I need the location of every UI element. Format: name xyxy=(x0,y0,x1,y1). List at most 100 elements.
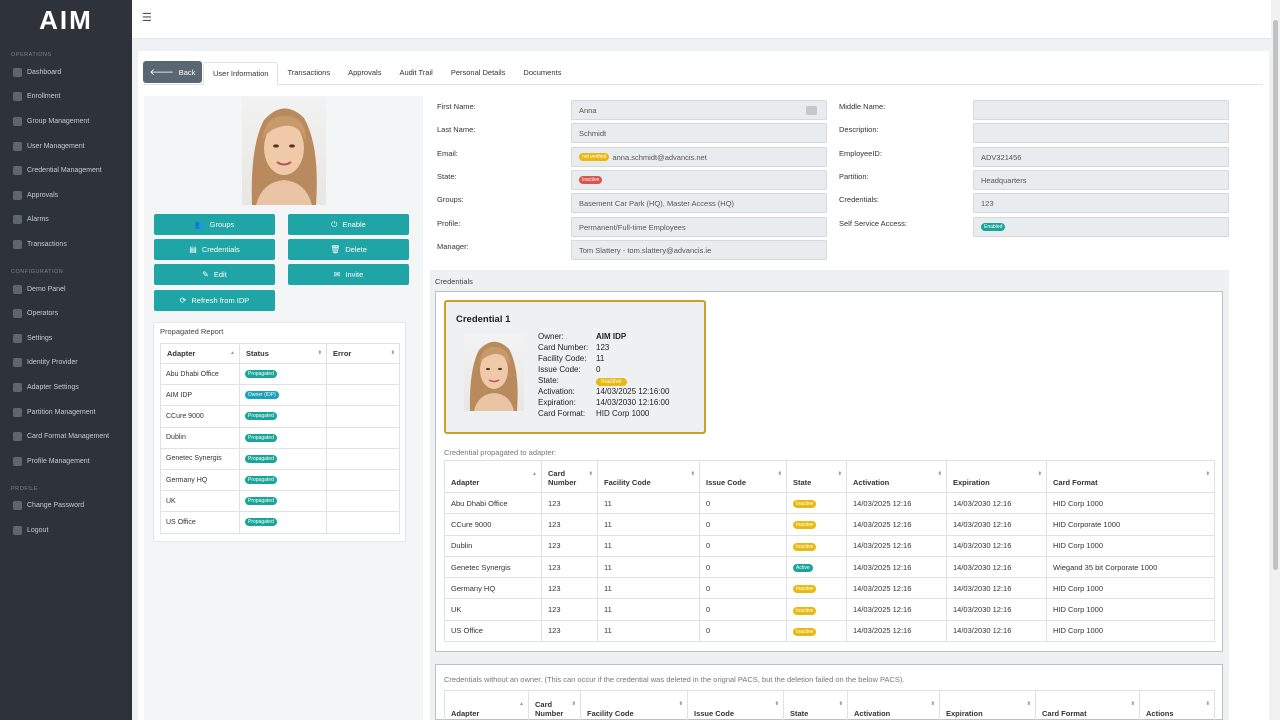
tab-approvals[interactable]: Approvals xyxy=(339,61,390,84)
issue-code-key: Issue Code: xyxy=(538,365,581,374)
sidebar-item-transactions[interactable]: Transactions xyxy=(0,232,132,257)
col-activation[interactable]: Activation ⬍ xyxy=(847,690,940,720)
enable-button[interactable]: ⏻ Enable xyxy=(288,214,409,235)
sidebar-item-demo-panel[interactable]: Demo Panel xyxy=(0,277,132,302)
column-label: State xyxy=(793,478,812,487)
last-name-field[interactable]: Schmidt xyxy=(571,123,827,143)
col-card-format[interactable]: Card Format ⬍ xyxy=(1046,460,1215,493)
scrollbar-thumb[interactable] xyxy=(1273,20,1278,570)
col-facility-code[interactable]: Facility Code ⬍ xyxy=(597,460,700,493)
tab-audit-trail[interactable]: Audit Trail xyxy=(390,61,441,84)
adapter-cell: Dublin xyxy=(160,426,240,449)
middle-name-field[interactable] xyxy=(973,100,1229,120)
column-label: Actions xyxy=(1146,709,1174,718)
edit-button[interactable]: ✎ Edit xyxy=(154,264,275,285)
sidebar-item-profile-management[interactable]: Profile Management xyxy=(0,449,132,474)
invite-button[interactable]: ✉ Invite xyxy=(288,264,409,285)
employee-id-label: EmployeeID: xyxy=(839,149,882,158)
sort-icon: ⬍ xyxy=(317,350,322,356)
sidebar-item-adapter-settings[interactable]: Adapter Settings xyxy=(0,375,132,400)
sidebar-item-label: Adapter Settings xyxy=(27,383,79,391)
orphan-credentials-panel: Credentials without an owner. (This can … xyxy=(435,664,1223,720)
refresh-from-idp-button[interactable]: ⟳ Refresh from IDP xyxy=(154,290,275,311)
groups-label: Groups xyxy=(209,220,235,229)
tab-transactions[interactable]: Transactions xyxy=(278,61,339,84)
state-field: Inactive xyxy=(571,170,827,190)
col-state[interactable]: State ⬍ xyxy=(783,690,848,720)
delete-button[interactable]: 🗑 Delete xyxy=(288,239,409,260)
invite-label: Invite xyxy=(345,270,364,279)
menu-toggle-icon[interactable]: ☰ xyxy=(142,13,152,24)
table-row: UK 123 11 0 Inactive 14/03/2025 12:16 14/03/20… xyxy=(444,598,1215,621)
sort-icon: ⬍ xyxy=(1037,471,1042,477)
sidebar-item-logout[interactable]: Logout xyxy=(0,518,132,543)
col-state[interactable]: State ⬍ xyxy=(786,460,847,493)
sidebar-item-operators[interactable]: Operators xyxy=(0,301,132,326)
sidebar-item-alarms[interactable]: Alarms xyxy=(0,208,132,233)
top-bar: ☰ xyxy=(132,0,1280,39)
sidebar-item-partition-management[interactable]: Partition Management xyxy=(0,400,132,425)
sort-icon: ⬍ xyxy=(1205,701,1210,707)
fingerprint-icon xyxy=(13,358,22,368)
col-activation[interactable]: Activation ⬍ xyxy=(846,460,947,493)
tab-user-information[interactable]: User Information xyxy=(203,62,279,85)
issue-cell: 0 xyxy=(699,577,787,600)
check-icon xyxy=(13,190,22,200)
envelope-icon: ✉ xyxy=(333,270,341,279)
issue-cell: 0 xyxy=(699,555,787,579)
col-actions[interactable]: Actions ⬍ xyxy=(1139,690,1215,720)
description-field[interactable] xyxy=(973,123,1229,143)
sidebar-item-card-format-management[interactable]: Card Format Management xyxy=(0,424,132,449)
sidebar-item-user-management[interactable]: User Management xyxy=(0,134,132,159)
sidebar-item-dashboard[interactable]: Dashboard xyxy=(0,60,132,85)
back-button[interactable]: 🡐 Back xyxy=(143,61,202,83)
column-label: Issue Code xyxy=(694,709,735,718)
col-expiration[interactable]: Expiration ⬍ xyxy=(939,690,1036,720)
col-card-number[interactable]: Card Number ⬍ xyxy=(528,690,581,720)
credential-state-badge: Inactive xyxy=(596,378,627,386)
status-badge: Propagated xyxy=(245,412,277,421)
col-adapter[interactable]: Adapter ▲ xyxy=(444,460,542,493)
groups-button[interactable]: 👥 Groups xyxy=(154,214,275,235)
sidebar-item-enrollment[interactable]: Enrollment xyxy=(0,85,132,110)
col-adapter[interactable]: Adapter ▲ xyxy=(444,690,529,720)
expiration-cell: 14/03/2030 12:16 xyxy=(946,513,1047,536)
sidebar-item-label: Group Management xyxy=(27,117,90,125)
user-icon xyxy=(13,141,22,151)
col-expiration[interactable]: Expiration ⬍ xyxy=(946,460,1047,493)
sort-icon: ⬍ xyxy=(1026,701,1031,707)
sidebar-item-label: Partition Management xyxy=(27,408,96,416)
email-field[interactable]: not verified anna.schmidt@advancis.net xyxy=(571,147,827,167)
col-card-format[interactable]: Card Format ⬍ xyxy=(1035,690,1140,720)
column-label: Card Number xyxy=(548,469,577,487)
sidebar-item-settings[interactable]: Settings xyxy=(0,326,132,351)
credentials-button[interactable]: ▤ Credentials xyxy=(154,239,275,260)
status-badge: Propagated xyxy=(245,454,277,463)
sidebar-item-approvals[interactable]: Approvals xyxy=(0,183,132,208)
employee-id-field[interactable]: ADV321456 xyxy=(973,147,1229,167)
col-error[interactable]: Error ⬍ xyxy=(326,343,400,364)
sidebar-item-change-password[interactable]: Change Password xyxy=(0,494,132,519)
sidebar-item-identity-provider[interactable]: Identity Provider xyxy=(0,351,132,376)
col-card-number[interactable]: Card Number ⬍ xyxy=(541,460,598,493)
issue-cell: 0 xyxy=(699,598,787,621)
table-row: CCure 9000 Propagated xyxy=(160,405,400,428)
propagated-report: Propagated Report Adapter ▲ Status ⬍ Error… xyxy=(153,322,406,542)
tab-documents[interactable]: Documents xyxy=(514,61,570,84)
tab-personal-details[interactable]: Personal Details xyxy=(442,61,515,84)
col-adapter[interactable]: Adapter ▲ xyxy=(160,343,240,364)
credential-card-title: Credential 1 xyxy=(456,314,511,325)
credential-card[interactable]: Credential 1 Owner: AIM IDP Card Number: 1… xyxy=(444,300,706,434)
format-cell: Wiegand 35 bit Corporate 1000 xyxy=(1046,555,1215,579)
col-facility-code[interactable]: Facility Code ⬍ xyxy=(580,690,688,720)
first-name-field[interactable]: Anna xyxy=(571,100,827,120)
col-issue-code[interactable]: Issue Code ⬍ xyxy=(687,690,784,720)
sidebar-item-credential-management[interactable]: Credential Management xyxy=(0,158,132,183)
col-issue-code[interactable]: Issue Code ⬍ xyxy=(699,460,787,493)
state-cell: Active xyxy=(786,555,847,579)
page-scrollbar[interactable] xyxy=(1271,0,1280,720)
sidebar-section-label: CONFIGURATION xyxy=(11,268,64,275)
propagated-table: Adapter ▲ Status ⬍ Error ⬍ Abu Dhabi Office… xyxy=(160,343,400,534)
col-status[interactable]: Status ⬍ xyxy=(239,343,327,364)
sidebar-item-group-management[interactable]: Group Management xyxy=(0,109,132,134)
